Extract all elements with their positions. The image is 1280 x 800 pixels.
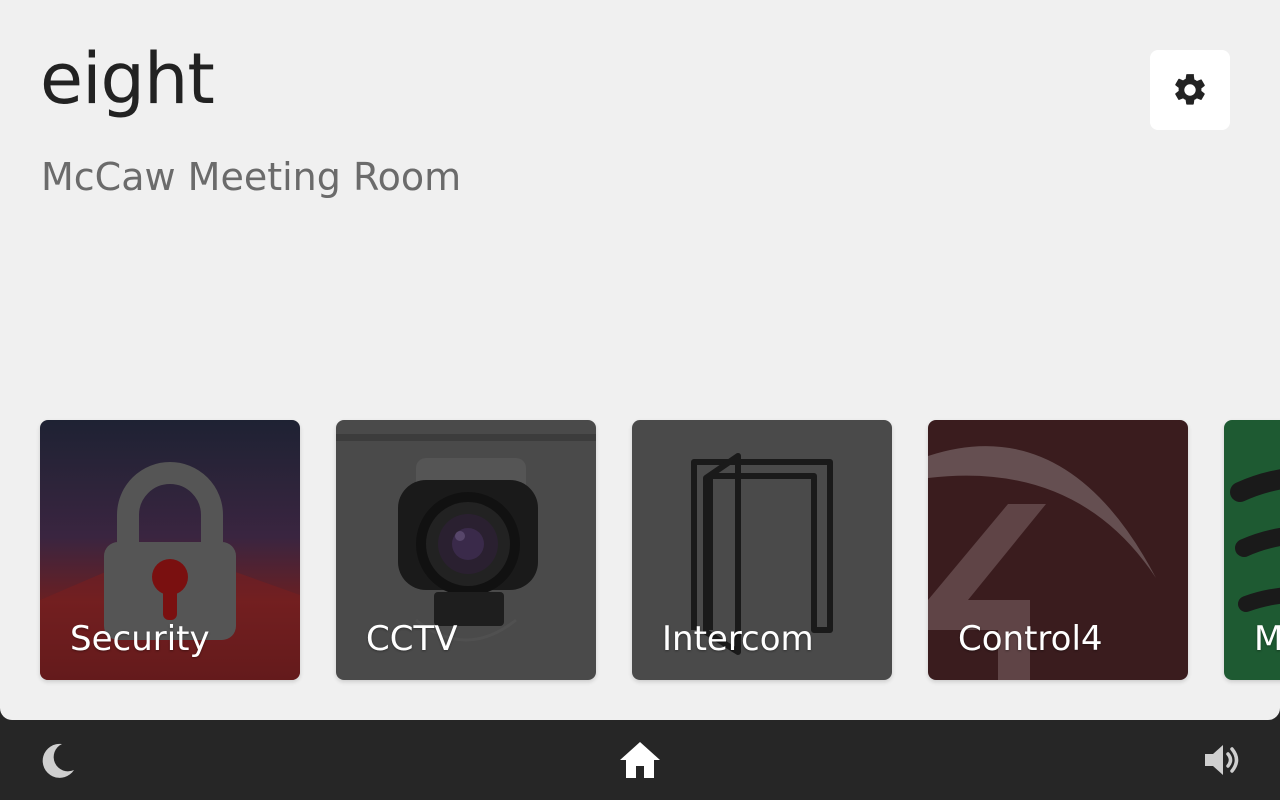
tile-music[interactable]: M: [1224, 420, 1280, 680]
tile-label: Security: [70, 619, 210, 659]
volume-icon: [1205, 745, 1239, 775]
gear-icon: [1175, 74, 1205, 105]
tile-security[interactable]: Security: [40, 420, 300, 680]
tile-label: CCTV: [366, 619, 458, 659]
room-name: eight: [40, 38, 215, 120]
tile-intercom[interactable]: Intercom: [632, 420, 892, 680]
volume-button[interactable]: [1198, 736, 1246, 784]
room-subtitle: McCaw Meeting Room: [41, 155, 462, 199]
bottom-bar: [0, 720, 1280, 800]
home-button[interactable]: [616, 736, 664, 784]
tile-row: Security CCTV Intercom Control4 M: [40, 420, 1280, 680]
tile-label: M: [1254, 619, 1280, 659]
moon-icon: [42, 743, 74, 778]
night-mode-button[interactable]: [34, 736, 82, 784]
home-screen: eight McCaw Meeting Room Security CCTV I…: [0, 0, 1280, 720]
tile-label: Intercom: [662, 619, 814, 659]
tile-cctv[interactable]: CCTV: [336, 420, 596, 680]
tile-label: Control4: [958, 619, 1103, 659]
settings-button[interactable]: [1150, 50, 1230, 130]
tile-control4[interactable]: Control4: [928, 420, 1188, 680]
home-icon: [620, 742, 660, 778]
